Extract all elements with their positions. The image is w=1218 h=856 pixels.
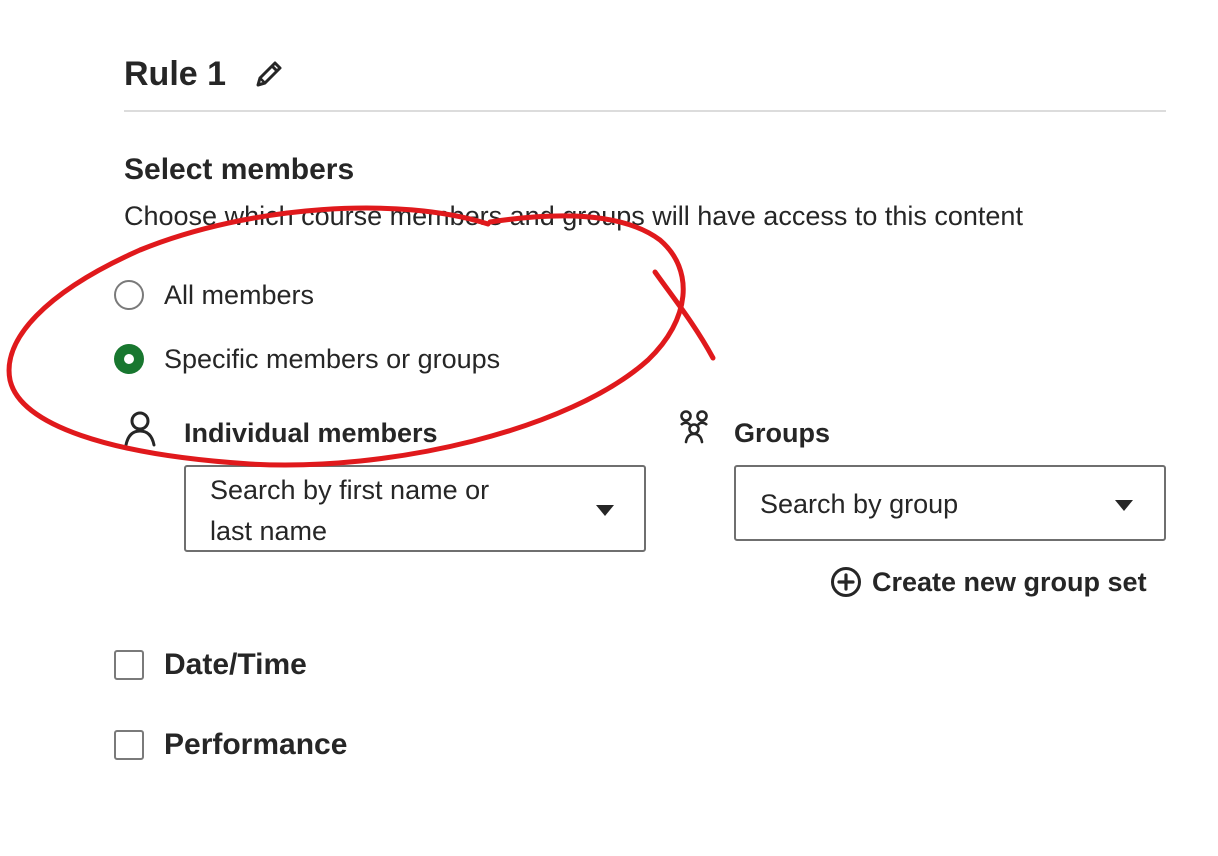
groups-label: Groups — [734, 418, 831, 448]
group-icon — [674, 407, 714, 447]
dropdown-placeholder-line2: last name — [210, 516, 328, 546]
radio-button-selected[interactable] — [114, 344, 144, 374]
radio-all-members[interactable]: All members — [114, 275, 314, 315]
groups-dropdown[interactable]: Search by group — [734, 465, 1166, 541]
radio-label: Specific members or groups — [164, 344, 501, 374]
caret-down-icon — [1115, 500, 1133, 511]
pencil-icon — [256, 61, 282, 87]
checkbox[interactable] — [114, 650, 144, 680]
dropdown-placeholder: Search by group — [760, 489, 959, 519]
rule-title: Rule 1 — [124, 55, 227, 93]
select-members-title: Select members — [124, 153, 355, 186]
select-members-description: Choose which course members and groups w… — [124, 201, 1023, 231]
person-icon — [120, 408, 160, 448]
radio-label: All members — [164, 280, 315, 310]
plus-circle-icon — [831, 567, 861, 597]
caret-down-icon — [596, 505, 614, 516]
header-divider — [124, 110, 1166, 112]
dropdown-placeholder-line1: Search by first name or — [210, 475, 490, 505]
checkbox-date-time[interactable]: Date/Time — [114, 643, 307, 687]
checkbox[interactable] — [114, 730, 144, 760]
radio-button[interactable] — [114, 280, 144, 310]
checkbox-performance[interactable]: Performance — [114, 723, 347, 767]
radio-specific-members[interactable]: Specific members or groups — [114, 339, 500, 379]
checkbox-label: Date/Time — [164, 648, 307, 681]
create-new-group-set-label: Create new group set — [872, 567, 1147, 597]
create-new-group-set-button[interactable]: Create new group set — [830, 562, 1147, 602]
individual-members-label: Individual members — [184, 418, 438, 448]
checkbox-label: Performance — [164, 728, 348, 761]
individual-members-dropdown[interactable]: Search by first name or last name — [184, 465, 646, 552]
edit-rule-button[interactable] — [250, 55, 288, 93]
